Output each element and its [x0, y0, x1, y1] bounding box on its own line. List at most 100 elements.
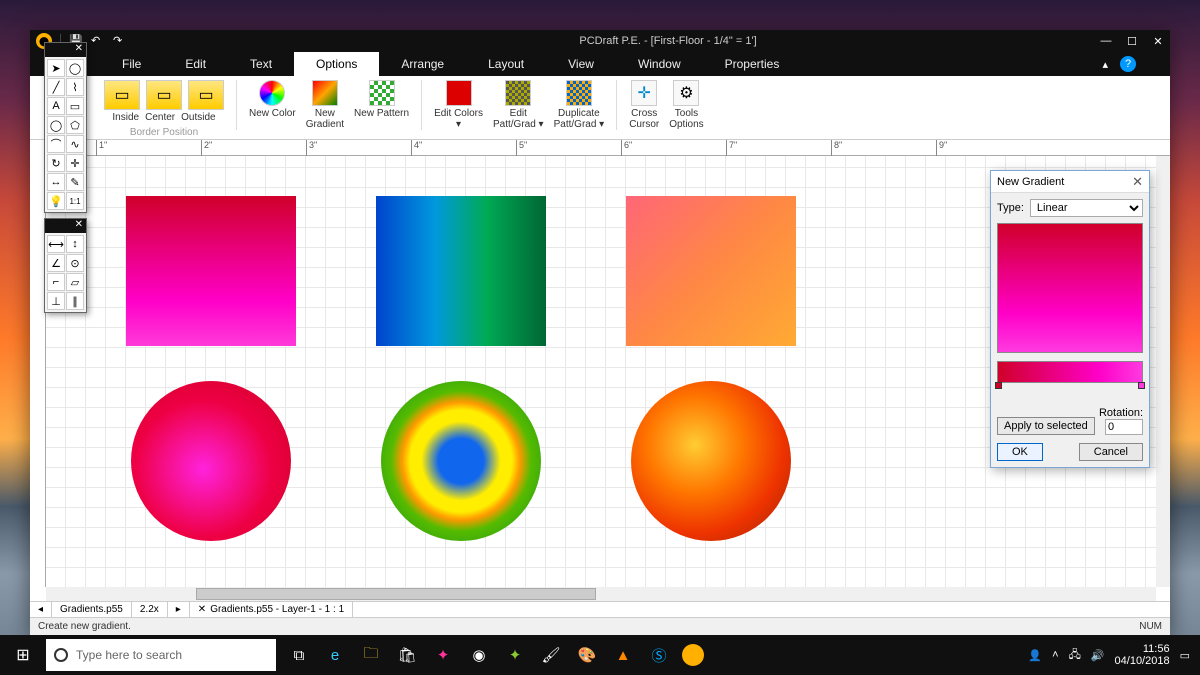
toolbox-close-icon[interactable]: ✕: [75, 219, 83, 233]
scrollbar-thumb[interactable]: [196, 588, 596, 600]
tool-chain[interactable]: ⌐: [47, 273, 65, 291]
edit-colors-button[interactable]: [446, 80, 472, 106]
gradient-stop-left[interactable]: [995, 382, 1002, 389]
shape-circle-3[interactable]: [631, 381, 791, 541]
edit-pattgrad-button[interactable]: [505, 80, 531, 106]
cross-cursor-button[interactable]: ✛: [631, 80, 657, 106]
shape-rect-3[interactable]: [626, 196, 796, 346]
new-pattern-button[interactable]: [369, 80, 395, 106]
start-button[interactable]: ⊞: [0, 635, 46, 675]
pcdraft-taskbar-icon[interactable]: [682, 644, 704, 666]
app-icon-4[interactable]: 🎨: [574, 642, 600, 668]
border-center-button[interactable]: ▭: [146, 80, 182, 110]
clock[interactable]: 11:56 04/10/2018: [1115, 643, 1170, 667]
tool-ellipse[interactable]: ◯: [47, 116, 65, 134]
rotation-input[interactable]: [1105, 419, 1143, 435]
tool-area[interactable]: ▱: [66, 273, 84, 291]
tool-perp[interactable]: ⊥: [47, 292, 65, 310]
minimize-button[interactable]: —: [1100, 35, 1112, 47]
sheet-nav-left[interactable]: ◂: [30, 602, 52, 617]
tool-crosshair[interactable]: ✛: [66, 154, 84, 172]
tray-chevron-icon[interactable]: ˄: [1052, 649, 1058, 661]
tray-people-icon[interactable]: 👤: [1028, 649, 1042, 662]
zoom-level[interactable]: 2.2x: [132, 602, 168, 617]
new-gradient-dialog[interactable]: New Gradient ✕ Type: Linear Apply to sel…: [990, 170, 1150, 468]
skype-icon[interactable]: Ⓢ: [646, 642, 672, 668]
tool-line[interactable]: ╱: [47, 78, 65, 96]
redo-icon[interactable]: ↷: [113, 34, 127, 48]
menu-layout[interactable]: Layout: [466, 52, 546, 76]
menu-window[interactable]: Window: [616, 52, 703, 76]
tool-dimension[interactable]: ↔: [47, 173, 65, 191]
menu-properties[interactable]: Properties: [703, 52, 802, 76]
app-icon-5[interactable]: ▲: [610, 642, 636, 668]
edge-icon[interactable]: e: [322, 642, 348, 668]
shape-rect-1[interactable]: [126, 196, 296, 346]
tool-rotate[interactable]: ↻: [47, 154, 65, 172]
tool-polygon[interactable]: ⬠: [66, 116, 84, 134]
duplicate-pattgrad-button[interactable]: [566, 80, 592, 106]
app-icon-1[interactable]: ✦: [430, 642, 456, 668]
toolbox-main[interactable]: ✕ ➤◯ ╱⌇ A▭ ◯⬠ ⌒∿ ↻✛ ↔✎ 💡1:1: [44, 42, 87, 213]
shape-rect-2[interactable]: [376, 196, 546, 346]
collapse-ribbon-icon[interactable]: ▴: [1102, 58, 1108, 71]
shape-circle-1[interactable]: [131, 381, 291, 541]
menu-file[interactable]: File: [100, 52, 163, 76]
tool-rect[interactable]: ▭: [66, 97, 84, 115]
tray-volume-icon[interactable]: 🔊: [1091, 649, 1105, 662]
sheet-nav-right[interactable]: ▸: [168, 602, 190, 617]
scrollbar-horizontal[interactable]: [46, 587, 1156, 601]
toolbox-secondary[interactable]: ✕ ⟷↕ ∠⊙ ⌐▱ ⊥∥: [44, 218, 87, 313]
menu-options[interactable]: Options: [294, 52, 379, 76]
tool-scale[interactable]: 1:1: [66, 192, 84, 210]
ok-button[interactable]: OK: [997, 443, 1043, 461]
gradient-bar[interactable]: [997, 361, 1143, 383]
tool-parallel[interactable]: ∥: [66, 292, 84, 310]
tool-text[interactable]: A: [47, 97, 65, 115]
sheet-tab[interactable]: Gradients.p55: [52, 602, 132, 617]
tool-pointer[interactable]: ➤: [47, 59, 65, 77]
task-view-icon[interactable]: ⧉: [286, 642, 312, 668]
tool-lasso[interactable]: ◯: [66, 59, 84, 77]
menu-arrange[interactable]: Arrange: [379, 52, 466, 76]
tool-curve[interactable]: ∿: [66, 135, 84, 153]
dialog-close-icon[interactable]: ✕: [1132, 174, 1143, 190]
new-gradient-button[interactable]: [312, 80, 338, 106]
tool-arc[interactable]: ⌒: [47, 135, 65, 153]
border-outside-button[interactable]: ▭: [188, 80, 224, 110]
document-tab-full[interactable]: Gradients.p55 - Layer-1 - 1 : 1: [210, 604, 344, 615]
close-tab-icon[interactable]: ✕: [198, 604, 206, 615]
tool-radius[interactable]: ⊙: [66, 254, 84, 272]
scrollbar-vertical[interactable]: [1156, 156, 1170, 587]
store-icon[interactable]: 🛍: [394, 642, 420, 668]
tool-angle[interactable]: ∠: [47, 254, 65, 272]
tray-network-icon[interactable]: 🖧: [1069, 646, 1081, 665]
help-icon[interactable]: ?: [1120, 56, 1136, 72]
search-box[interactable]: Type here to search: [46, 639, 276, 671]
app-icon-2[interactable]: ✦: [502, 642, 528, 668]
tool-light[interactable]: 💡: [47, 192, 65, 210]
menu-edit[interactable]: Edit: [163, 52, 228, 76]
tool-measure-v[interactable]: ↕: [66, 235, 84, 253]
border-inside-button[interactable]: ▭: [104, 80, 140, 110]
type-select[interactable]: Linear: [1030, 199, 1143, 217]
tools-options-button[interactable]: ⚙: [673, 80, 699, 106]
notifications-icon[interactable]: ▭: [1180, 649, 1190, 662]
toolbox-close-icon[interactable]: ✕: [75, 43, 83, 57]
tool-polyline[interactable]: ⌇: [66, 78, 84, 96]
new-color-button[interactable]: [259, 80, 285, 106]
chrome-icon[interactable]: ◉: [466, 642, 492, 668]
menu-view[interactable]: View: [546, 52, 616, 76]
close-button[interactable]: ✕: [1152, 35, 1164, 47]
apply-to-selected-button[interactable]: Apply to selected: [997, 417, 1095, 435]
explorer-icon[interactable]: 🗀: [358, 642, 384, 668]
gradient-stop-right[interactable]: [1138, 382, 1145, 389]
undo-icon[interactable]: ↶: [91, 34, 105, 48]
maximize-button[interactable]: ☐: [1126, 35, 1138, 47]
app-icon-3[interactable]: 🖌: [538, 642, 564, 668]
tool-measure-h[interactable]: ⟷: [47, 235, 65, 253]
menu-text[interactable]: Text: [228, 52, 294, 76]
cancel-button[interactable]: Cancel: [1079, 443, 1143, 461]
tool-eyedropper[interactable]: ✎: [66, 173, 84, 191]
shape-circle-2[interactable]: [381, 381, 541, 541]
